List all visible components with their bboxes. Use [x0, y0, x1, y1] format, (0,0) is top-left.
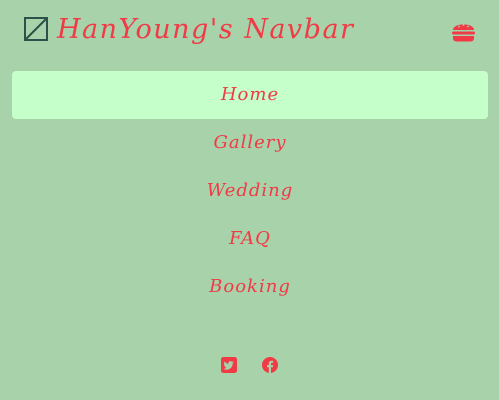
nav-menu: Home Gallery Wedding FAQ Booking [12, 71, 488, 311]
menu-item-home[interactable]: Home [12, 71, 488, 119]
twitter-icon[interactable] [220, 357, 237, 373]
hamburger-icon[interactable] [451, 19, 476, 43]
menu-item-gallery[interactable]: Gallery [12, 119, 488, 167]
square-slash-icon [24, 17, 48, 41]
menu-item-wedding[interactable]: Wedding [12, 167, 488, 215]
menu-item-faq[interactable]: FAQ [12, 215, 488, 263]
social-links [0, 357, 499, 377]
brand-title[interactable]: HanYoung's Navbar [57, 11, 354, 49]
menu-item-booking[interactable]: Booking [12, 263, 488, 311]
facebook-icon[interactable] [262, 357, 279, 373]
navbar: HanYoung's Navbar [0, 0, 499, 60]
